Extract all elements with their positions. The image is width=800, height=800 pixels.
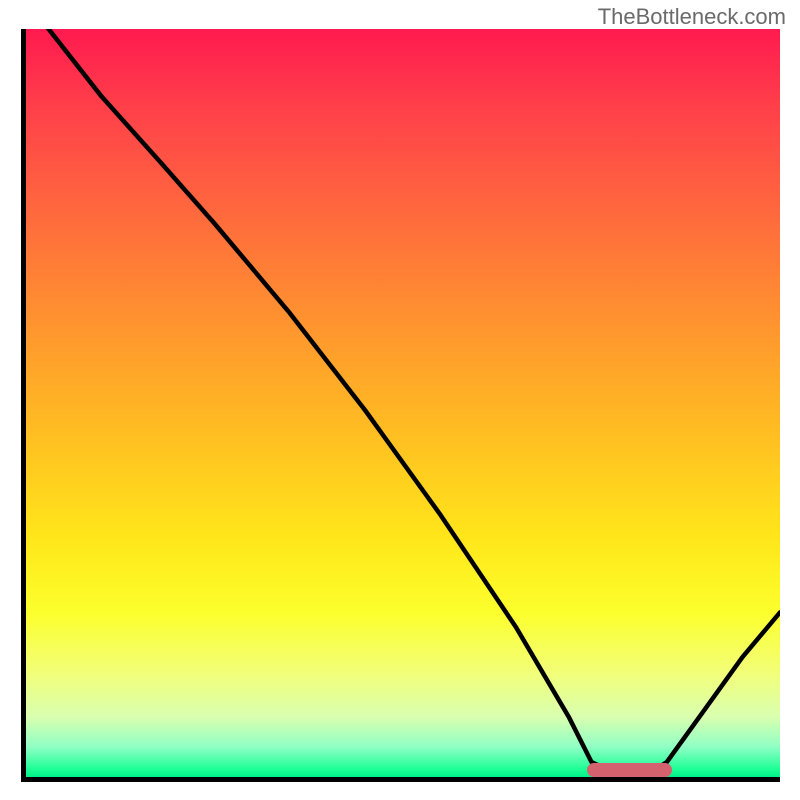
optimal-range-marker [587,763,672,777]
bottleneck-curve [26,29,780,777]
plot-area [21,29,780,782]
chart-container: TheBottleneck.com [0,0,800,800]
attribution-text: TheBottleneck.com [598,4,786,30]
